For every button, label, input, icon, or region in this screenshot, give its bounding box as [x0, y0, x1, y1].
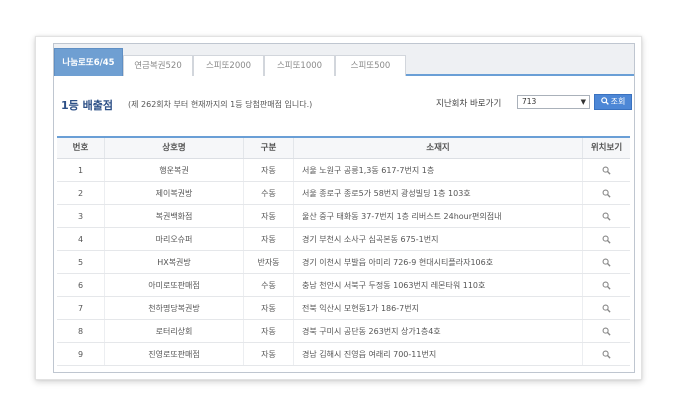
location-view-button[interactable]	[583, 159, 630, 181]
store-number: 4	[57, 228, 105, 250]
store-type: 자동	[244, 320, 294, 342]
magnifier-icon	[602, 350, 611, 359]
round-select[interactable]: 713 ▼	[517, 95, 590, 109]
round-jump-label: 지난회차 바로가기	[436, 99, 502, 109]
table-row: 7 천하명당복권방 자동 전북 익산시 모현동1가 186-7번지	[57, 297, 630, 320]
store-address: 경남 김해시 진영읍 여래리 700-11번지	[294, 343, 583, 365]
magnifier-icon	[602, 281, 611, 290]
lottery-tabs: 나눔로또6/45 연금복권520 스피또2000 스피또1000 스피또500	[54, 44, 634, 76]
store-name: 진영로또판매점	[105, 343, 244, 365]
store-address: 울산 중구 태화동 37-7번지 1층 리버스트 24hour편의점내	[294, 205, 583, 227]
tab-speetto2000[interactable]: 스피또2000	[193, 55, 264, 76]
tab-pension520[interactable]: 연금복권520	[123, 55, 193, 76]
table-row: 2 제이복권방 수동 서울 종로구 종로5가 58번지 광성빌딩 1층 103호	[57, 182, 630, 205]
magnifier-icon	[602, 327, 611, 336]
store-name: 천하명당복권방	[105, 297, 244, 319]
store-type: 자동	[244, 205, 294, 227]
store-number: 6	[57, 274, 105, 296]
magnifier-icon	[602, 212, 611, 221]
store-type: 수동	[244, 182, 294, 204]
magnifier-icon	[602, 258, 611, 267]
store-address: 서울 종로구 종로5가 58번지 광성빌딩 1층 103호	[294, 182, 583, 204]
store-type: 반자동	[244, 251, 294, 273]
dropdown-arrow-icon: ▼	[580, 98, 586, 106]
magnifier-icon	[600, 97, 609, 105]
store-name: HX복권방	[105, 251, 244, 273]
table-row: 4 마리오슈퍼 자동 경기 부천시 소사구 심곡본동 675-1번지	[57, 228, 630, 251]
location-view-button[interactable]	[583, 228, 630, 250]
col-header-store-name: 상호명	[105, 138, 244, 158]
page-title: 1등 배출점	[61, 99, 113, 112]
store-name: 아미로또판매점	[105, 274, 244, 296]
col-header-type: 구분	[244, 138, 294, 158]
store-name: 제이복권방	[105, 182, 244, 204]
store-number: 9	[57, 343, 105, 365]
store-address: 서울 노원구 공릉1,3동 617-7번지 1층	[294, 159, 583, 181]
tab-speetto500[interactable]: 스피또500	[335, 55, 406, 76]
stores-table: 번호 상호명 구분 소재지 위치보기 1 행운복권 자동 서울 노원구 공릉1,3동 …	[57, 136, 630, 366]
col-header-number: 번호	[57, 138, 105, 158]
store-number: 8	[57, 320, 105, 342]
magnifier-icon	[602, 304, 611, 313]
magnifier-icon	[602, 235, 611, 244]
store-address: 충남 천안시 서북구 두정동 1063번지 레몬타워 110호	[294, 274, 583, 296]
location-view-button[interactable]	[583, 251, 630, 273]
page-subtitle: (제 262회차 부터 현재까지의 1등 당첨판매점 입니다.)	[128, 100, 313, 109]
winning-stores-panel: 나눔로또6/45 연금복권520 스피또2000 스피또1000 스피또500 …	[53, 43, 635, 373]
store-number: 3	[57, 205, 105, 227]
table-row: 1 행운복권 자동 서울 노원구 공릉1,3동 617-7번지 1층	[57, 159, 630, 182]
store-name: 행운복권	[105, 159, 244, 181]
tab-lotto645[interactable]: 나눔로또6/45	[54, 48, 123, 76]
tab-speetto1000[interactable]: 스피또1000	[264, 55, 335, 76]
store-name: 복권백화점	[105, 205, 244, 227]
table-header: 번호 상호명 구분 소재지 위치보기	[57, 138, 630, 159]
store-number: 2	[57, 182, 105, 204]
search-button[interactable]: 조회	[594, 94, 632, 110]
location-view-button[interactable]	[583, 182, 630, 204]
table-row: 3 복권백화점 자동 울산 중구 태화동 37-7번지 1층 리버스트 24hour편…	[57, 205, 630, 228]
col-header-location: 위치보기	[590, 143, 623, 153]
store-type: 자동	[244, 343, 294, 365]
location-view-button[interactable]	[583, 320, 630, 342]
location-view-button[interactable]	[583, 297, 630, 319]
search-button-label: 조회	[610, 97, 626, 106]
location-view-button[interactable]	[583, 205, 630, 227]
store-number: 7	[57, 297, 105, 319]
store-number: 5	[57, 251, 105, 273]
store-name: 로터리상회	[105, 320, 244, 342]
store-number: 1	[57, 159, 105, 181]
store-type: 수동	[244, 274, 294, 296]
store-address: 경기 이천시 부발읍 아미리 726-9 현대시티플라자106호	[294, 251, 583, 273]
table-body: 1 행운복권 자동 서울 노원구 공릉1,3동 617-7번지 1층 2 제이복권방 수동 서…	[57, 159, 630, 366]
round-select-value: 713	[522, 97, 537, 106]
store-address: 경기 부천시 소사구 심곡본동 675-1번지	[294, 228, 583, 250]
col-header-address: 소재지	[294, 138, 583, 158]
store-type: 자동	[244, 297, 294, 319]
magnifier-icon	[602, 166, 611, 175]
table-row: 6 아미로또판매점 수동 충남 천안시 서북구 두정동 1063번지 레몬타워 110…	[57, 274, 630, 297]
store-name: 마리오슈퍼	[105, 228, 244, 250]
table-row: 5 HX복권방 반자동 경기 이천시 부발읍 아미리 726-9 현대시티플라자106…	[57, 251, 630, 274]
store-type: 자동	[244, 159, 294, 181]
location-view-button[interactable]	[583, 274, 630, 296]
table-row: 9 진영로또판매점 자동 경남 김해시 진영읍 여래리 700-11번지	[57, 343, 630, 366]
magnifier-icon	[602, 189, 611, 198]
table-row: 8 로터리상회 자동 경북 구미시 공단동 263번지 상가1층4호	[57, 320, 630, 343]
location-view-button[interactable]	[583, 343, 630, 365]
content-frame: 나눔로또6/45 연금복권520 스피또2000 스피또1000 스피또500 …	[35, 36, 642, 380]
store-address: 경북 구미시 공단동 263번지 상가1층4호	[294, 320, 583, 342]
store-type: 자동	[244, 228, 294, 250]
store-address: 전북 익산시 모현동1가 186-7번지	[294, 297, 583, 319]
